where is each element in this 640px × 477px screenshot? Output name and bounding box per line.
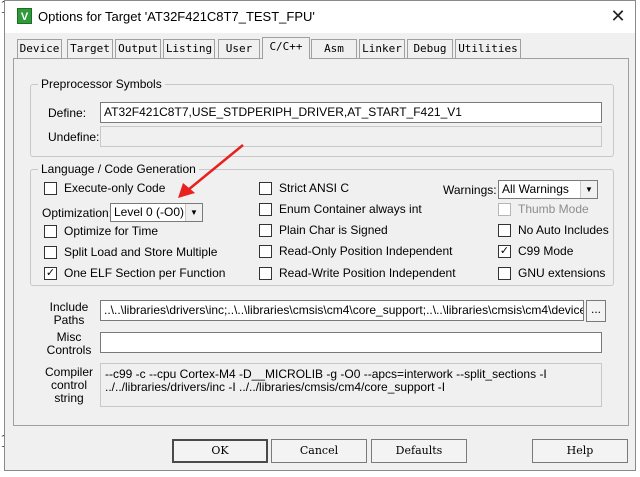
enum-container-label: Enum Container always int	[279, 202, 422, 216]
window-title: Options for Target 'AT32F421C8T7_TEST_FP…	[38, 9, 315, 24]
close-button[interactable]: ✕	[605, 5, 631, 27]
thumb-mode-label: Thumb Mode	[518, 202, 589, 216]
tab-target[interactable]: Target	[67, 39, 113, 58]
optimization-value: Level 0 (-O0)	[114, 205, 185, 219]
undefine-input[interactable]	[100, 126, 602, 147]
tab-debug[interactable]: Debug	[407, 39, 453, 58]
warnings-select[interactable]: All Warnings ▼	[498, 180, 598, 199]
execute-only-box[interactable]	[44, 182, 57, 195]
ropi-box[interactable]	[259, 245, 272, 258]
options-dialog: V Options for Target 'AT32F421C8T7_TEST_…	[4, 0, 636, 471]
execute-only-label: Execute-only Code	[64, 181, 166, 195]
strict-ansi-label: Strict ANSI C	[279, 181, 350, 195]
plain-char-label: Plain Char is Signed	[279, 223, 388, 237]
compiler-string-line2: ../../libraries/drivers/inc -I ../../lib…	[105, 380, 446, 394]
no-auto-includes-box[interactable]	[498, 224, 511, 237]
tab-utilities[interactable]: Utilities	[455, 39, 521, 58]
optimization-select[interactable]: Level 0 (-O0) ▼	[110, 203, 203, 222]
app-icon: V	[17, 8, 32, 24]
include-paths-browse-button[interactable]: ...	[586, 300, 606, 322]
tab-strip: Device Target Output Listing User C/C++ …	[5, 37, 635, 59]
plain-char-box[interactable]	[259, 224, 272, 237]
tab-device[interactable]: Device	[17, 39, 62, 58]
strict-ansi-box[interactable]	[259, 182, 272, 195]
tab-c-cpp[interactable]: C/C++	[262, 37, 310, 59]
optimization-label: Optimization:	[42, 206, 113, 220]
warnings-label: Warnings:	[443, 183, 497, 197]
chevron-down-icon[interactable]: ▼	[185, 204, 202, 221]
tab-output[interactable]: Output	[115, 39, 161, 58]
language-title: Language / Code Generation	[41, 162, 196, 176]
one-elf-box[interactable]: ✓	[44, 267, 57, 280]
rwpi-box[interactable]	[259, 267, 272, 280]
chevron-down-icon[interactable]: ▼	[580, 181, 597, 198]
misc-controls-label: Misc Controls	[46, 330, 92, 357]
optimize-time-box[interactable]	[44, 225, 57, 238]
tab-asm[interactable]: Asm	[311, 39, 357, 58]
c99-mode-box[interactable]: ✓	[498, 245, 511, 258]
define-input[interactable]: AT32F421C8T7,USE_STDPERIPH_DRIVER,AT_STA…	[100, 102, 602, 123]
tab-linker[interactable]: Linker	[359, 39, 405, 58]
split-load-label: Split Load and Store Multiple	[64, 245, 218, 259]
include-paths-label: Include Paths	[49, 300, 89, 327]
define-label: Define:	[48, 106, 87, 120]
enum-container-box[interactable]	[259, 203, 272, 216]
tab-user[interactable]: User	[218, 39, 260, 58]
tab-page-c-cpp: Preprocessor Symbols Define: AT32F421C8T…	[13, 58, 629, 426]
no-auto-includes-label: No Auto Includes	[518, 223, 609, 237]
help-button[interactable]: Help	[532, 439, 628, 463]
warnings-value: All Warnings	[502, 182, 569, 196]
compiler-string-label: Compiler control string	[44, 365, 93, 405]
ok-button[interactable]: OK	[172, 439, 268, 463]
cancel-button[interactable]: Cancel	[271, 439, 367, 463]
gnu-extensions-label: GNU extensions	[518, 266, 606, 280]
ropi-label: Read-Only Position Independent	[279, 244, 453, 258]
preprocessor-title: Preprocessor Symbols	[41, 77, 162, 91]
split-load-box[interactable]	[44, 246, 57, 259]
include-paths-input[interactable]: ..\..\libraries\drivers\inc;..\..\librar…	[100, 300, 584, 321]
tab-listing[interactable]: Listing	[163, 39, 215, 58]
gnu-extensions-box[interactable]	[498, 267, 511, 280]
c99-mode-label: C99 Mode	[518, 244, 574, 258]
optimize-time-label: Optimize for Time	[64, 224, 159, 238]
compiler-string-box: --c99 -c --cpu Cortex-M4 -D__MICROLIB -g…	[100, 363, 602, 407]
defaults-button[interactable]: Defaults	[371, 439, 467, 463]
title-bar: V Options for Target 'AT32F421C8T7_TEST_…	[5, 1, 635, 33]
one-elf-label: One ELF Section per Function	[64, 266, 226, 280]
misc-controls-input[interactable]	[100, 332, 602, 353]
undefine-label: Undefine:	[48, 130, 100, 144]
rwpi-label: Read-Write Position Independent	[279, 266, 456, 280]
thumb-mode-box[interactable]	[498, 203, 511, 216]
